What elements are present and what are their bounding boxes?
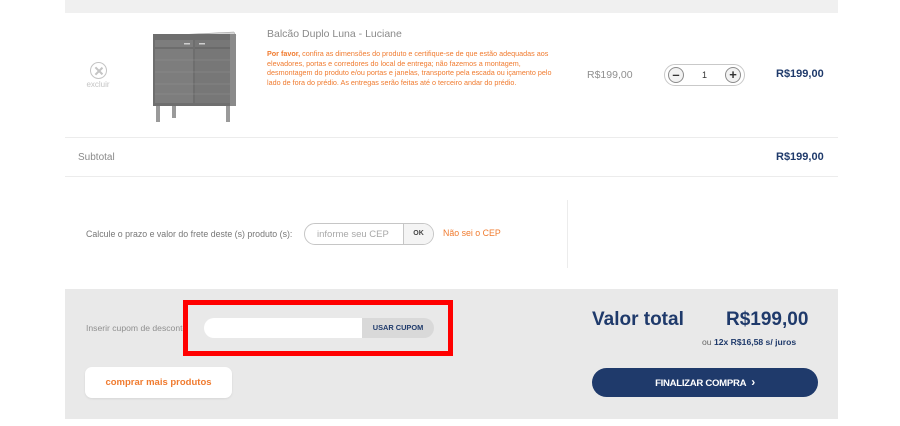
total-label: Valor total [592, 309, 684, 330]
cart-page: excluir Balcão Duplo Luna - Luciane Por … [0, 0, 900, 426]
total-value: R$199,00 [726, 309, 809, 330]
remove-item-label: excluir [86, 80, 110, 89]
installments-value: 12x R$16,58 s/ juros [713, 337, 797, 347]
increase-quantity-button[interactable]: + [725, 67, 741, 83]
unit-price: R$199,00 [587, 69, 633, 81]
divider [65, 137, 838, 138]
freight-label: Calcule o prazo e valor do frete deste (… [86, 229, 293, 239]
table-header-strip [65, 0, 838, 13]
notice-text: confira as dimensões do produto e certif… [267, 49, 552, 87]
decrease-quantity-button[interactable]: – [668, 67, 684, 83]
highlight-box [183, 300, 453, 356]
subtotal-value: R$199,00 [776, 151, 824, 163]
chevron-right-icon: › [751, 375, 755, 389]
close-circle-icon [89, 62, 107, 79]
installments-prefix: ou [702, 337, 714, 347]
product-image[interactable] [150, 28, 240, 124]
installments-info: ou 12x R$16,58 s/ juros [702, 337, 796, 347]
coupon-label: Inserir cupom de desconto [86, 323, 188, 333]
quantity-stepper: – + [664, 64, 745, 86]
cep-ok-button[interactable]: OK [403, 224, 433, 244]
unknown-cep-link[interactable]: Não sei o CEP [443, 228, 501, 238]
cep-input[interactable] [305, 224, 405, 244]
remove-item-button[interactable]: excluir [83, 62, 113, 89]
checkout-label: FINALIZAR COMPRA [655, 378, 747, 389]
notice-emphasis: Por favor, [267, 49, 301, 58]
product-name[interactable]: Balcão Duplo Luna - Luciane [267, 28, 402, 40]
line-total: R$199,00 [776, 68, 824, 80]
vertical-divider [567, 200, 568, 268]
divider [65, 176, 838, 177]
quantity-input[interactable] [686, 67, 723, 83]
product-delivery-notice: Por favor, confira as dimensões do produ… [267, 49, 562, 87]
cep-form: OK [304, 223, 434, 245]
checkout-button[interactable]: FINALIZAR COMPRA › [592, 368, 818, 397]
continue-shopping-button[interactable]: comprar mais produtos [85, 367, 232, 398]
subtotal-label: Subtotal [78, 152, 115, 163]
